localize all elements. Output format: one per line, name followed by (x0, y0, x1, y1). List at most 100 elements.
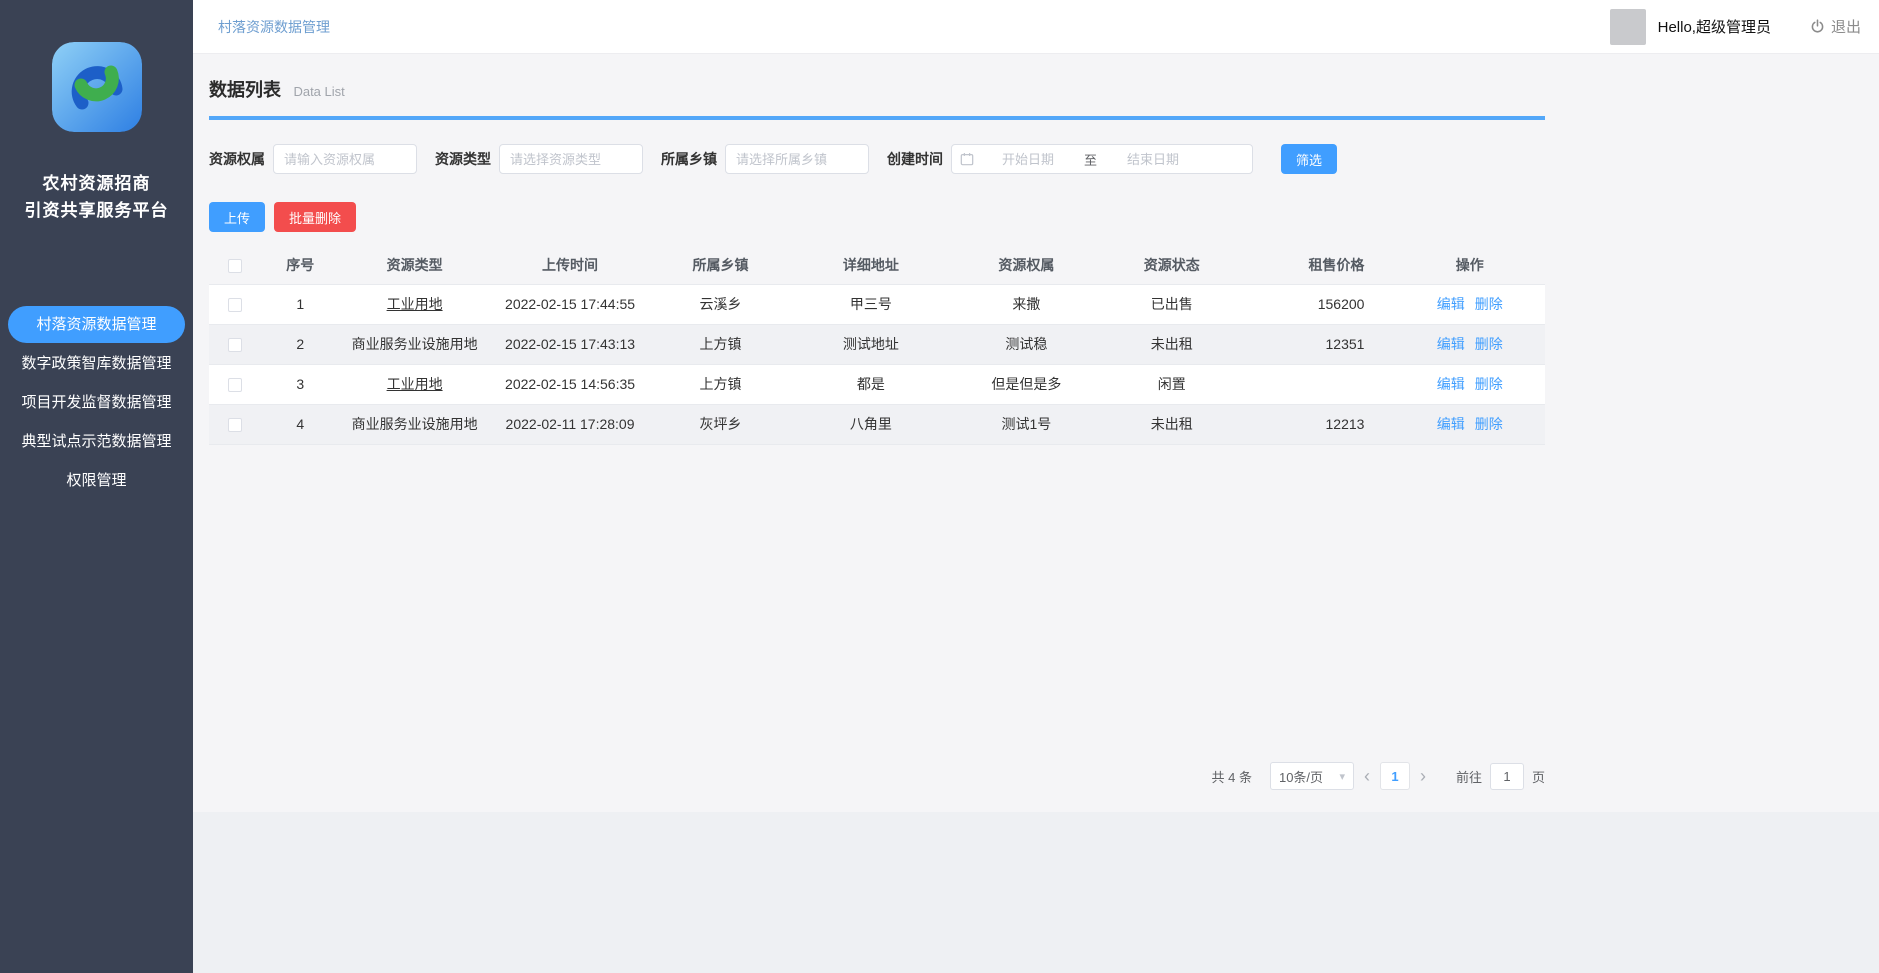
page-size-select[interactable]: 10条/页 ▾ (1270, 762, 1354, 790)
cell-price: 12351 (1242, 324, 1394, 364)
row-checkbox[interactable] (228, 378, 242, 392)
row-checkbox[interactable] (228, 338, 242, 352)
cell-status: 未出租 (1102, 324, 1242, 364)
cell-type: 商业服务业设施用地 (339, 324, 489, 364)
pagination: 共 4 条 10条/页 ▾ ‹ 1 › 前往 页 (209, 762, 1545, 812)
goto-page-input[interactable] (1490, 763, 1524, 790)
delete-link[interactable]: 删除 (1475, 336, 1503, 352)
avatar[interactable] (1610, 9, 1646, 45)
cell-town: 灰坪乡 (650, 404, 790, 444)
cell-address: 八角里 (791, 404, 951, 444)
cell-seq: 2 (261, 324, 339, 364)
page-subtitle: Data List (293, 84, 344, 99)
cell-operations: 编辑删除 (1394, 284, 1545, 324)
edit-link[interactable]: 编辑 (1437, 376, 1465, 392)
cell-address: 都是 (791, 364, 951, 404)
platform-title: 农村资源招商 引资共享服务平台 (0, 170, 193, 224)
sidebar-item-pilot-demo-data[interactable]: 典型试点示范数据管理 (0, 422, 193, 461)
pagination-total: 共 4 条 (1212, 767, 1252, 786)
filter-bar: 资源权属 资源类型 所属乡镇 创建时间 (209, 144, 1545, 174)
select-all-checkbox[interactable] (228, 259, 242, 273)
created-filter-label: 创建时间 (887, 149, 943, 169)
cell-town: 云溪乡 (650, 284, 790, 324)
next-page-button[interactable]: › (1410, 762, 1436, 790)
owner-filter-label: 资源权属 (209, 149, 265, 169)
header-time: 上传时间 (490, 246, 650, 284)
delete-link[interactable]: 删除 (1475, 376, 1503, 392)
cell-status: 已出售 (1102, 284, 1242, 324)
cell-town: 上方镇 (650, 324, 790, 364)
sidebar-item-village-resource-data[interactable]: 村落资源数据管理 (8, 306, 185, 343)
sidebar-item-project-supervision-data[interactable]: 项目开发监督数据管理 (0, 383, 193, 422)
cell-seq: 4 (261, 404, 339, 444)
action-row: 上传 批量删除 (209, 202, 1545, 232)
delete-link[interactable]: 删除 (1475, 296, 1503, 312)
date-to-label: 至 (1080, 150, 1101, 169)
cell-operations: 编辑删除 (1394, 404, 1545, 444)
town-filter-select[interactable] (725, 144, 869, 174)
content: 数据列表 Data List 资源权属 资源类型 所属乡镇 创建时间 (193, 54, 1879, 973)
upload-button[interactable]: 上传 (209, 202, 265, 232)
page-number-button[interactable]: 1 (1380, 762, 1410, 790)
user-greeting: Hello,超级管理员 (1658, 16, 1771, 37)
delete-link[interactable]: 删除 (1475, 416, 1503, 432)
sidebar-item-policy-thinktank-data[interactable]: 数字政策智库数据管理 (0, 344, 193, 383)
owner-filter-input[interactable] (273, 144, 417, 174)
type-filter-select[interactable] (499, 144, 643, 174)
header-seq: 序号 (261, 246, 339, 284)
data-table: 序号 资源类型 上传时间 所属乡镇 详细地址 资源权属 资源状态 租售价格 操作 (209, 246, 1545, 445)
cell-time: 2022-02-11 17:28:09 (490, 404, 650, 444)
cell-seq: 3 (261, 364, 339, 404)
platform-title-line2: 引资共享服务平台 (0, 197, 193, 224)
cell-owner: 测试1号 (951, 404, 1101, 444)
page-title: 数据列表 (209, 80, 281, 100)
end-date-input[interactable] (1101, 152, 1205, 167)
title-accent-bar (209, 116, 1545, 120)
cell-price (1242, 364, 1394, 404)
topbar: 村落资源数据管理 Hello,超级管理员 退出 (193, 0, 1879, 54)
table-row: 4 商业服务业设施用地 2022-02-11 17:28:09 灰坪乡 八角里 … (209, 404, 1545, 444)
table-header-row: 序号 资源类型 上传时间 所属乡镇 详细地址 资源权属 资源状态 租售价格 操作 (209, 246, 1545, 284)
main-area: 村落资源数据管理 Hello,超级管理员 退出 数据列表 D (193, 0, 1879, 973)
cell-price: 12213 (1242, 404, 1394, 444)
cell-time: 2022-02-15 17:44:55 (490, 284, 650, 324)
cell-owner: 测试稳 (951, 324, 1101, 364)
page-title-row: 数据列表 Data List (209, 54, 1545, 116)
select-all-cell (209, 246, 261, 284)
platform-title-line1: 农村资源招商 (0, 170, 193, 197)
header-type: 资源类型 (339, 246, 489, 284)
cell-type: 商业服务业设施用地 (339, 404, 489, 444)
header-address: 详细地址 (791, 246, 951, 284)
goto-label: 前往 (1456, 767, 1482, 786)
cell-time: 2022-02-15 17:43:13 (490, 324, 650, 364)
calendar-icon (960, 152, 974, 166)
page-unit-label: 页 (1532, 767, 1545, 786)
power-icon (1809, 18, 1826, 35)
cell-time: 2022-02-15 14:56:35 (490, 364, 650, 404)
edit-link[interactable]: 编辑 (1437, 416, 1465, 432)
topbar-right: Hello,超级管理员 退出 (1610, 9, 1861, 45)
table-row: 3 工业用地 2022-02-15 14:56:35 上方镇 都是 但是但是多 … (209, 364, 1545, 404)
prev-page-button[interactable]: ‹ (1354, 762, 1380, 790)
edit-link[interactable]: 编辑 (1437, 296, 1465, 312)
sidebar-item-permission-management[interactable]: 权限管理 (0, 461, 193, 500)
table-row: 2 商业服务业设施用地 2022-02-15 17:43:13 上方镇 测试地址… (209, 324, 1545, 364)
logout-button[interactable]: 退出 (1809, 16, 1861, 37)
batch-delete-button[interactable]: 批量删除 (274, 202, 356, 232)
type-filter-label: 资源类型 (435, 149, 491, 169)
chevron-down-icon: ▾ (1339, 770, 1345, 783)
filter-button[interactable]: 筛选 (1281, 144, 1337, 174)
row-checkbox[interactable] (228, 298, 242, 312)
logo-swirl-icon (52, 42, 142, 132)
start-date-input[interactable] (976, 152, 1080, 167)
edit-link[interactable]: 编辑 (1437, 336, 1465, 352)
data-list-card: 数据列表 Data List 资源权属 资源类型 所属乡镇 创建时间 (193, 54, 1879, 812)
row-checkbox[interactable] (228, 418, 242, 432)
cell-owner: 来撒 (951, 284, 1101, 324)
date-range-picker[interactable]: 至 (951, 144, 1253, 174)
breadcrumb[interactable]: 村落资源数据管理 (218, 17, 330, 37)
sidebar-menu: 村落资源数据管理 数字政策智库数据管理 项目开发监督数据管理 典型试点示范数据管… (0, 306, 193, 500)
header-owner: 资源权属 (951, 246, 1101, 284)
town-filter-label: 所属乡镇 (661, 149, 717, 169)
cell-checkbox (209, 324, 261, 364)
